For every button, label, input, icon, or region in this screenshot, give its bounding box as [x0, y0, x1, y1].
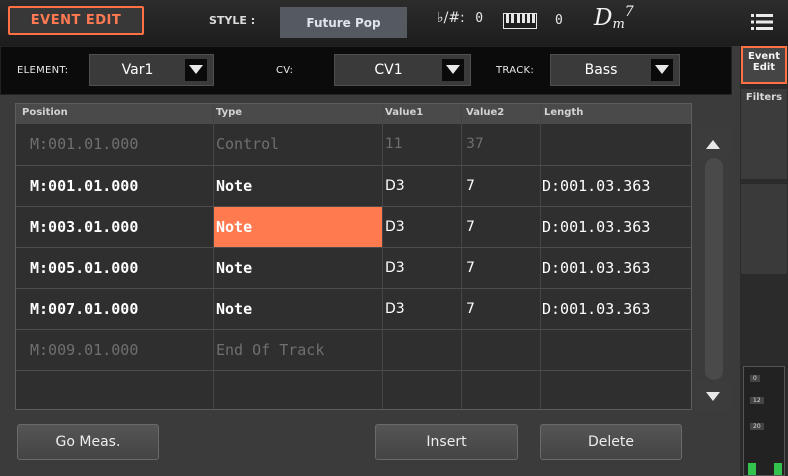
- type-cell: End Of Track: [216, 341, 325, 359]
- style-label: STYLE :: [209, 14, 256, 27]
- value2-cell: 7: [466, 260, 475, 276]
- position-cell: M:009.01.000: [30, 341, 139, 359]
- selector-bar: ELEMENT: Var1 CV: CV1 TRACK: Bass: [0, 46, 732, 95]
- delete-button[interactable]: Delete: [540, 424, 682, 460]
- element-value: Var1: [121, 62, 154, 78]
- table-row[interactable]: M:001.01.000 Note D3 7 D:001.03.363: [16, 165, 691, 206]
- key-signature[interactable]: ♭/#: 0: [437, 10, 483, 26]
- column-header-position: Position: [22, 107, 68, 118]
- triangle-down-icon: [185, 59, 207, 81]
- page-title[interactable]: EVENT EDIT: [8, 6, 144, 35]
- type-cell: Note: [216, 259, 253, 277]
- insert-button[interactable]: Insert: [375, 424, 518, 460]
- value1-cell: D3: [385, 260, 405, 276]
- top-bar: EVENT EDIT STYLE : Future Pop ♭/#: 0 0 D…: [0, 0, 788, 46]
- cv-value: CV1: [374, 62, 403, 78]
- chord-root: D: [594, 5, 613, 31]
- scrollbar-thumb[interactable]: [705, 158, 723, 380]
- type-cell-selected[interactable]: Note: [214, 207, 382, 247]
- column-header-value2: Value2: [466, 107, 505, 118]
- triangle-down-icon: [442, 59, 464, 81]
- table-row[interactable]: M:005.01.000 Note D3 7 D:001.03.363: [16, 247, 691, 288]
- hamburger-menu-icon[interactable]: [751, 13, 773, 35]
- table-row[interactable]: M:001.01.000 Control 11 37: [16, 124, 691, 165]
- value1-cell: D3: [385, 219, 405, 235]
- tab-event-edit[interactable]: Event Edit: [741, 46, 787, 84]
- table-row[interactable]: M:009.01.000 End Of Track: [16, 329, 691, 370]
- triangle-down-icon: [651, 59, 673, 81]
- position-cell: M:001.01.000: [30, 177, 139, 195]
- cv-dropdown[interactable]: CV1: [334, 54, 471, 86]
- column-header-length: Length: [544, 107, 584, 118]
- type-cell: Control: [216, 135, 280, 153]
- position-cell: M:007.01.000: [30, 300, 139, 318]
- meter-tick: 0: [750, 375, 760, 382]
- value1-cell: D3: [385, 301, 405, 317]
- column-header-type: Type: [216, 107, 243, 118]
- element-dropdown[interactable]: Var1: [89, 54, 214, 86]
- chord-display: Dm7: [594, 4, 634, 32]
- length-cell: D:001.03.363: [542, 218, 651, 236]
- meter-bar-left: [748, 463, 756, 475]
- track-label: TRACK:: [496, 65, 535, 76]
- style-name-button[interactable]: Future Pop: [280, 7, 407, 38]
- type-cell: Note: [216, 300, 253, 318]
- chord-extension: 7: [624, 4, 634, 20]
- level-meter: 0 12 20: [743, 366, 785, 476]
- chord-quality: m: [612, 17, 625, 32]
- value2-cell: 7: [466, 178, 475, 194]
- triangle-down-icon: [706, 387, 720, 406]
- track-value: Bass: [584, 62, 618, 78]
- length-cell: D:001.03.363: [542, 177, 651, 195]
- value2-cell: 7: [466, 219, 475, 235]
- type-cell: Note: [216, 177, 253, 195]
- table-row-empty: [16, 370, 691, 409]
- triangle-up-icon: [706, 134, 720, 153]
- key-signature-label: ♭/#:: [437, 10, 465, 26]
- tab-filters[interactable]: Filters: [741, 89, 787, 179]
- column-header-value1: Value1: [385, 107, 424, 118]
- table-row[interactable]: M:007.01.000 Note D3 7 D:001.03.363: [16, 288, 691, 329]
- meter-tick: 20: [750, 423, 764, 430]
- keyboard-icon: [503, 13, 537, 33]
- value1-cell: D3: [385, 178, 405, 194]
- length-cell: D:001.03.363: [542, 259, 651, 277]
- position-cell: M:003.01.000: [30, 218, 139, 236]
- transpose-value[interactable]: 0: [555, 13, 563, 28]
- value2-cell: 7: [466, 301, 475, 317]
- position-cell: M:005.01.000: [30, 259, 139, 277]
- value1-cell: 11: [385, 136, 403, 152]
- length-cell: D:001.03.363: [542, 300, 651, 318]
- position-cell: M:001.01.000: [30, 135, 139, 153]
- meter-bar-right: [774, 463, 782, 475]
- scroll-up-button[interactable]: [695, 128, 731, 158]
- empty-tab: [741, 184, 787, 274]
- event-table: Position Type Value1 Value2 Length M:001…: [15, 103, 692, 410]
- track-dropdown[interactable]: Bass: [550, 54, 680, 86]
- table-row[interactable]: M:003.01.000 Note D3 7 D:001.03.363: [16, 206, 691, 247]
- scroll-down-button[interactable]: [695, 381, 731, 411]
- cv-label: CV:: [276, 65, 294, 76]
- meter-tick: 12: [750, 397, 764, 404]
- element-label: ELEMENT:: [17, 65, 69, 76]
- value2-cell: 37: [466, 136, 484, 152]
- table-header: Position Type Value1 Value2 Length: [16, 104, 691, 124]
- key-signature-value: 0: [475, 11, 484, 26]
- go-meas-button[interactable]: Go Meas.: [17, 424, 159, 460]
